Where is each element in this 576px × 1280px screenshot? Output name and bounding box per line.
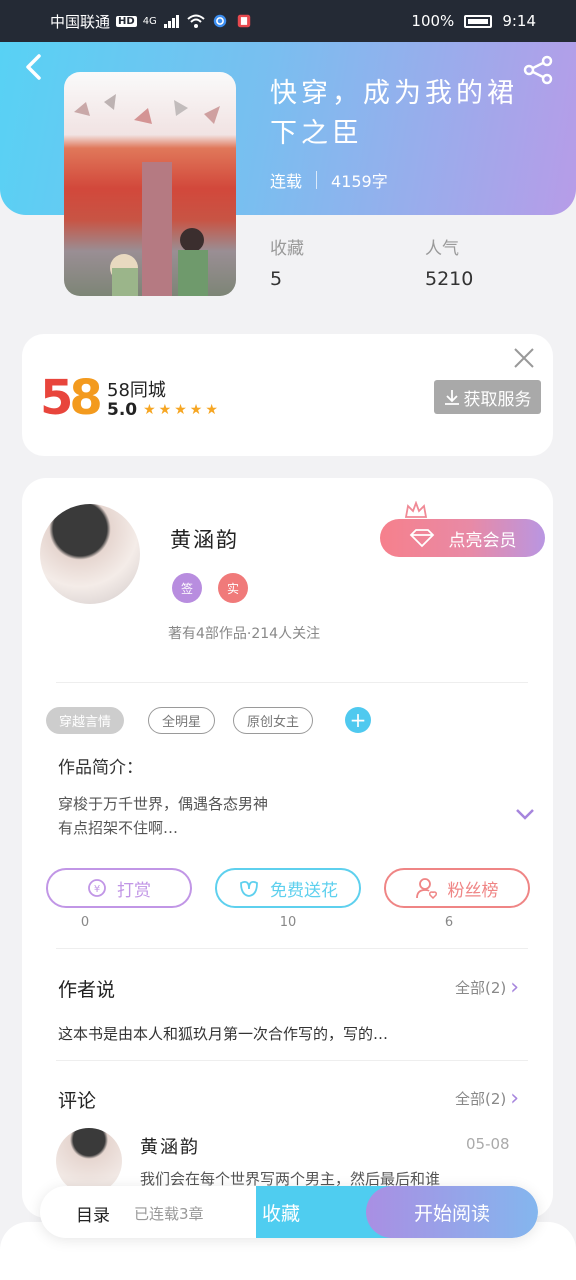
toc-button[interactable]: 目录 <box>76 1201 110 1226</box>
word-count: 4159字 <box>331 172 388 191</box>
signed-badge: 签 <box>172 573 202 603</box>
comments-title: 评论 <box>58 1090 97 1112</box>
battery-percent: 100% <box>411 12 455 30</box>
intro-text: 穿梭于万千世界，偶遇各态男神 有点招架不住啊… <box>58 792 358 840</box>
toc-status: 已连载3章 <box>134 1205 204 1223</box>
wifi-icon <box>187 14 205 28</box>
start-reading-button[interactable]: 开始阅读 <box>366 1186 538 1238</box>
divider <box>56 1060 528 1061</box>
book-title: 快穿，成为我的裙下之臣 <box>270 78 518 149</box>
vip-label: 点亮会员 <box>448 530 517 551</box>
tag-genre[interactable]: 穿越言情 <box>46 707 125 734</box>
intro-text-line: 有点招架不住啊… <box>58 819 179 837</box>
fan-count: 6 <box>444 915 454 930</box>
author-say-text[interactable]: 这本书是由本人和狐玖月第一次合作写的，写的… <box>58 1023 388 1044</box>
ad-name: 58同城 <box>107 380 166 401</box>
author-avatar[interactable] <box>40 504 140 604</box>
ad-logo: 58 <box>40 370 103 426</box>
close-icon[interactable] <box>512 346 536 370</box>
comments-more-label: 全部(2) <box>455 1090 507 1108</box>
comment-author[interactable]: 黄涵韵 <box>140 1133 200 1159</box>
status-bar: 中国联通 HD 4G 100% 9:14 <box>0 0 576 42</box>
author-name[interactable]: 黄涵韵 <box>170 524 239 554</box>
clock: 9:14 <box>502 12 536 30</box>
comment-date: 05-08 <box>466 1135 510 1153</box>
chevron-right-icon: › <box>510 974 520 1000</box>
get-service-label: 获取服务 <box>463 389 532 410</box>
network-indicator: 4G <box>142 15 157 27</box>
popularity-value: 5210 <box>425 268 474 290</box>
comments-more[interactable]: 全部(2) › <box>455 1085 520 1111</box>
intro-title: 作品简介： <box>58 758 143 778</box>
send-flower-label: 免费送花 <box>270 880 338 901</box>
start-reading-label: 开始阅读 <box>413 1202 490 1225</box>
book-cover-image[interactable] <box>64 72 236 296</box>
diamond-icon <box>409 529 434 548</box>
svg-text:¥: ¥ <box>94 884 100 895</box>
star-rating-icon: ★★★★★ <box>143 402 221 418</box>
add-tag-button[interactable]: + <box>345 707 371 733</box>
get-service-button[interactable]: 获取服务 <box>434 380 541 414</box>
bottom-action-bar: 目录 已连载3章 收藏 开始阅读 <box>40 1186 538 1238</box>
tag-all-star[interactable]: 全明星 <box>148 707 216 734</box>
meta-divider <box>316 171 318 189</box>
book-meta: 连载 4159字 <box>270 168 388 192</box>
chevron-down-icon[interactable] <box>515 806 535 822</box>
serial-status: 连载 <box>270 172 303 191</box>
reader-app-icon <box>237 14 251 28</box>
browser-icon <box>213 14 227 28</box>
send-flower-button[interactable]: 免费送花 <box>215 868 361 908</box>
favorites-value: 5 <box>270 268 283 290</box>
ad-rating-value: 5.0 <box>107 400 138 420</box>
battery-icon <box>464 14 493 28</box>
fan-ranking-label: 粉丝榜 <box>447 880 499 901</box>
flower-icon <box>240 880 258 897</box>
tag-original-heroine[interactable]: 原创女主 <box>233 707 314 734</box>
verified-badge: 实 <box>218 573 248 603</box>
ad-banner[interactable]: 58 58同城 5.0 ★★★★★ 获取服务 <box>22 334 553 456</box>
coin-icon: ¥ <box>88 879 106 897</box>
back-icon[interactable] <box>20 52 50 82</box>
author-say-more-label: 全部(2) <box>455 979 507 997</box>
divider <box>56 682 528 683</box>
author-say-title: 作者说 <box>58 979 116 1001</box>
signal-icon <box>163 15 179 28</box>
activate-vip-button[interactable]: 点亮会员 <box>380 519 545 557</box>
download-icon <box>444 390 459 405</box>
tip-label: 打赏 <box>117 880 151 901</box>
hd-indicator: HD <box>116 15 137 27</box>
fan-ranking-button[interactable]: 粉丝榜 <box>384 868 530 908</box>
popularity-label: 人气 <box>425 239 459 259</box>
author-stats: 著有4部作品·214人关注 <box>168 626 321 642</box>
carrier-label: 中国联通 <box>50 12 111 31</box>
ad-rating: 5.0 ★★★★★ <box>107 400 221 420</box>
tip-button[interactable]: ¥ 打赏 <box>46 868 192 908</box>
tip-count: 0 <box>80 915 90 930</box>
crown-icon <box>404 501 428 518</box>
comment-avatar[interactable] <box>56 1128 122 1194</box>
favorite-label: 收藏 <box>261 1202 300 1225</box>
divider <box>56 948 528 949</box>
intro-text-line: 穿梭于万千世界，偶遇各态男神 <box>58 795 269 813</box>
chevron-right-icon: › <box>510 1085 520 1111</box>
favorites-label: 收藏 <box>270 239 304 259</box>
flower-count: 10 <box>279 915 297 930</box>
author-say-more[interactable]: 全部(2) › <box>455 974 520 1000</box>
fan-user-icon <box>415 878 437 899</box>
